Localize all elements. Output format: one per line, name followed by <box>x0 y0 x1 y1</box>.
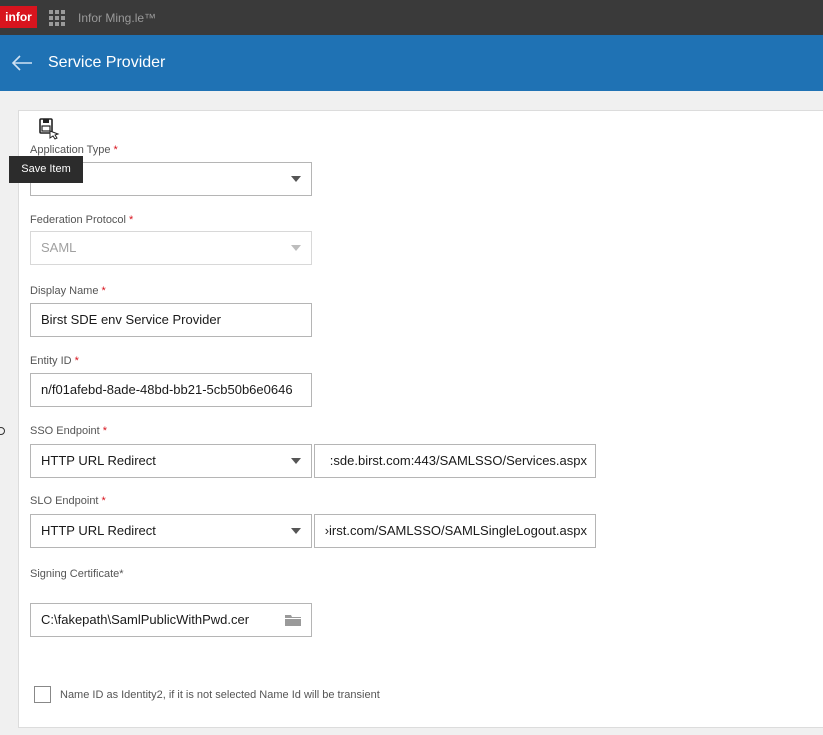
display-name-value: Birst SDE env Service Provider <box>41 312 221 327</box>
page-header: Service Provider <box>0 35 823 91</box>
slo-binding-value: HTTP URL Redirect <box>41 523 156 538</box>
federation-protocol-value: SAML <box>41 240 77 255</box>
app-grid-icon[interactable] <box>49 10 65 26</box>
entity-id-input[interactable]: n/f01afebd-8ade-48bd-bb21-5cb50b6e0646 <box>30 373 312 407</box>
signing-certificate-value: C:\fakepath\SamlPublicWithPwd.cer <box>41 612 250 627</box>
save-item-tooltip: Save Item <box>9 156 83 183</box>
slo-binding-select[interactable]: HTTP URL Redirect <box>30 514 312 548</box>
sso-url-input[interactable]: :sde.birst.com:443/SAMLSSO/Services.aspx <box>314 444 596 478</box>
sso-binding-select[interactable]: HTTP URL Redirect <box>30 444 312 478</box>
chevron-down-icon <box>291 528 301 534</box>
name-id-checkbox-label: Name ID as Identity2, if it is not selec… <box>60 689 380 701</box>
federation-protocol-label: Federation Protocol * <box>30 214 134 226</box>
slo-endpoint-label: SLO Endpoint * <box>30 495 106 507</box>
entity-id-value: n/f01afebd-8ade-48bd-bb21-5cb50b6e0646 <box>41 382 293 397</box>
app-name: Infor Ming.le™ <box>78 11 157 25</box>
slo-url-value: ›irst.com/SAMLSSO/SAMLSingleLogout.aspx <box>324 523 587 538</box>
infor-logo[interactable]: infor <box>0 6 37 28</box>
sso-url-value: :sde.birst.com:443/SAMLSSO/Services.aspx <box>329 453 587 468</box>
federation-protocol-label-text: Federation Protocol <box>30 214 126 226</box>
display-name-label-text: Display Name <box>30 285 99 297</box>
signing-certificate-label: Signing Certificate* <box>30 568 124 580</box>
slo-endpoint-label-text: SLO Endpoint <box>30 495 99 507</box>
sso-endpoint-label-text: SSO Endpoint <box>30 425 100 437</box>
sso-endpoint-label: SSO Endpoint * <box>30 425 107 437</box>
signing-certificate-input[interactable]: C:\fakepath\SamlPublicWithPwd.cer <box>30 603 312 637</box>
folder-icon[interactable] <box>285 614 301 626</box>
slo-url-input[interactable]: ›irst.com/SAMLSSO/SAMLSingleLogout.aspx <box>314 514 596 548</box>
name-id-checkbox[interactable] <box>34 686 51 703</box>
back-arrow-icon[interactable] <box>10 52 34 74</box>
chevron-down-icon <box>291 176 301 182</box>
save-icon[interactable] <box>38 118 60 140</box>
top-bar: infor Infor Ming.le™ <box>0 0 823 35</box>
sso-binding-value: HTTP URL Redirect <box>41 453 156 468</box>
federation-protocol-select: SAML <box>30 231 312 265</box>
application-type-label: Application Type * <box>30 144 118 156</box>
display-name-input[interactable]: Birst SDE env Service Provider <box>30 303 312 337</box>
page-title: Service Provider <box>48 54 166 71</box>
chevron-down-icon <box>291 458 301 464</box>
radio-icon <box>0 427 5 435</box>
entity-id-label-text: Entity ID <box>30 355 72 367</box>
entity-id-label: Entity ID * <box>30 355 79 367</box>
display-name-label: Display Name * <box>30 285 106 297</box>
chevron-down-icon <box>291 245 301 251</box>
application-type-label-text: Application Type <box>30 144 111 156</box>
